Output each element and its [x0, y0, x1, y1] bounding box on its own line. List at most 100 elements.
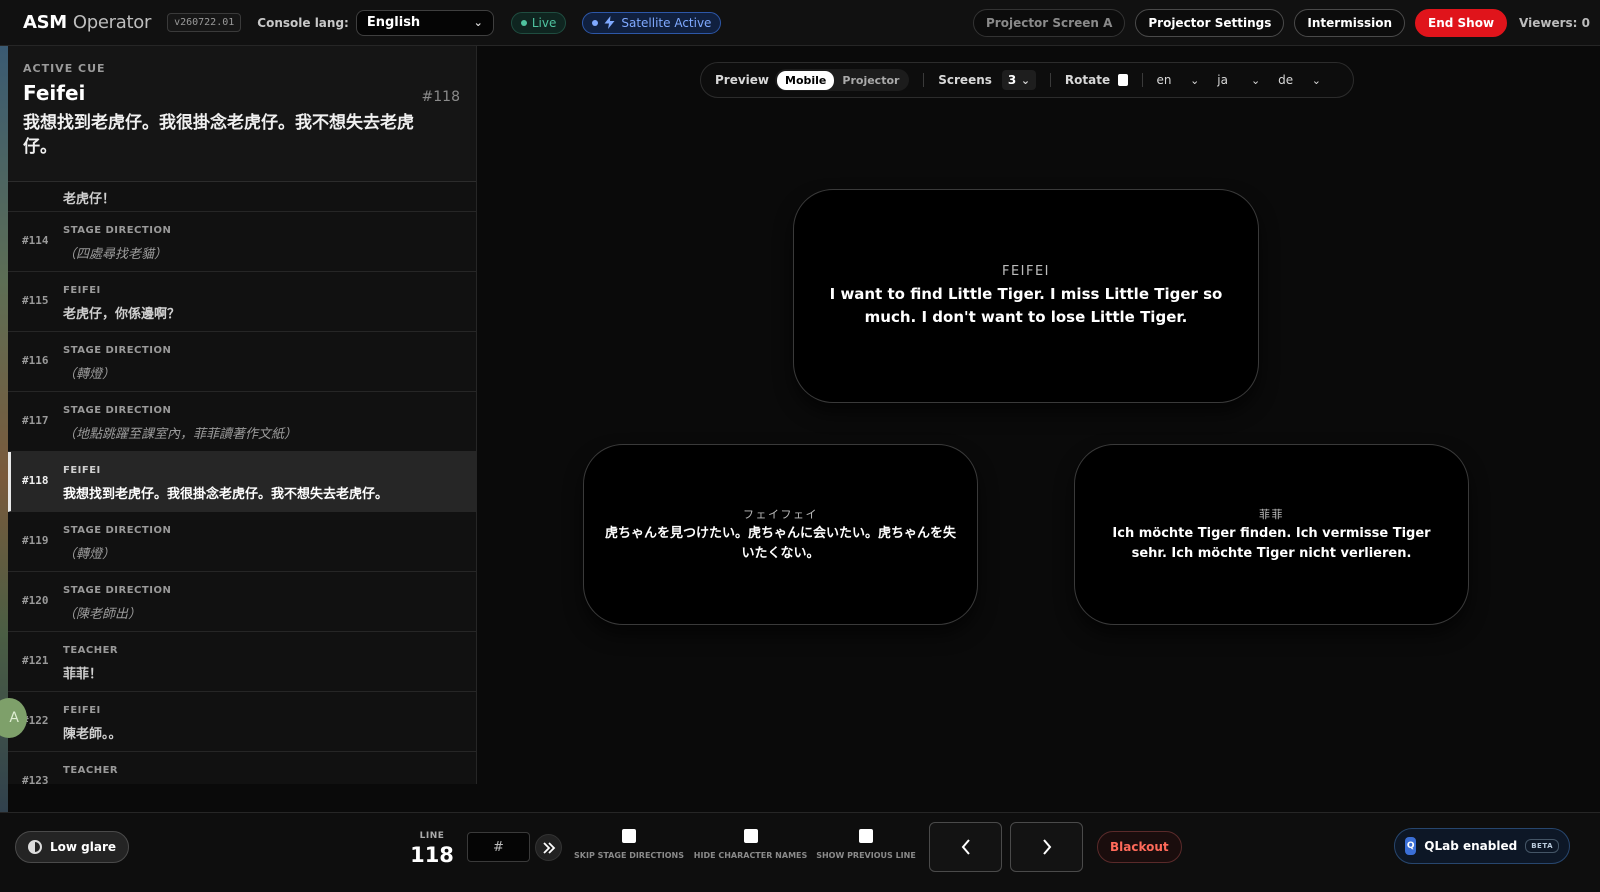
- preview-mode-toggle: Mobile Projector: [775, 69, 910, 91]
- screen-lang-select-2[interactable]: ja ⌄: [1217, 73, 1260, 87]
- skip-stage-directions-toggle[interactable]: SKIP STAGE DIRECTIONS: [574, 829, 684, 860]
- preview-mode-projector[interactable]: Projector: [834, 71, 907, 90]
- cue-number: #121: [22, 654, 49, 667]
- preview-screen-en: FEIFEI I want to find Little Tiger. I mi…: [793, 189, 1259, 403]
- hide-character-names-toggle[interactable]: HIDE CHARACTER NAMES: [693, 829, 808, 860]
- skip-stage-directions-label: SKIP STAGE DIRECTIONS: [574, 851, 684, 860]
- cue-text: 老虎仔，你係邊啊？: [63, 307, 181, 322]
- chevron-right-icon: [1042, 839, 1051, 855]
- console-lang-value: English: [366, 15, 421, 30]
- hide-character-names-label: HIDE CHARACTER NAMES: [693, 851, 808, 860]
- jump-to-line-button[interactable]: [535, 834, 562, 861]
- app-brand: ASM Operator: [23, 12, 151, 33]
- intermission-button[interactable]: Intermission: [1294, 8, 1406, 37]
- cue-row[interactable]: #122 FEIFEI 陳老師。。: [8, 692, 476, 752]
- cue-row[interactable]: 老虎仔！: [8, 182, 476, 212]
- blackout-button[interactable]: Blackout: [1097, 831, 1182, 863]
- cue-text: 菲菲！: [63, 667, 103, 682]
- cue-text: 陳老師。。: [63, 727, 122, 742]
- low-glare-button[interactable]: Low glare: [15, 831, 130, 863]
- screen-lang-select-1[interactable]: en ⌄: [1156, 73, 1199, 87]
- cue-row[interactable]: #120 STAGE DIRECTION （陳老師出）: [8, 572, 476, 632]
- screen-lang-value-1: en: [1156, 73, 1172, 87]
- cue-speaker: FEIFEI: [63, 285, 101, 296]
- cue-row[interactable]: #119 STAGE DIRECTION （轉燈）: [8, 512, 476, 572]
- qlab-status[interactable]: Q QLab enabled BETA: [1394, 828, 1570, 864]
- cue-speaker: FEIFEI: [63, 705, 101, 716]
- projector-settings-button[interactable]: Projector Settings: [1135, 8, 1285, 37]
- screen-subtitle-text: Ich möchte Tiger finden. Ich vermisse Ti…: [1112, 525, 1431, 561]
- cue-text: （地點跳躍至課室內，菲菲讀著作文紙）: [63, 427, 298, 442]
- screen-subtitle-text: I want to find Little Tiger. I miss Litt…: [829, 284, 1223, 326]
- preview-label: Preview: [715, 73, 770, 87]
- brand-sub: Operator: [72, 12, 152, 33]
- cue-panel: ACTIVE CUE Feifei #118 我想找到老虎仔。我很掛念老虎仔。我…: [8, 46, 477, 784]
- cue-speaker: STAGE DIRECTION: [63, 345, 172, 356]
- screen-lang-value-2: ja: [1217, 73, 1228, 87]
- active-cue-card: ACTIVE CUE Feifei #118 我想找到老虎仔。我很掛念老虎仔。我…: [8, 46, 476, 182]
- cue-speaker: STAGE DIRECTION: [63, 525, 172, 536]
- screen-character-name: フェイフェイ: [743, 507, 818, 521]
- cue-speaker: TEACHER: [63, 765, 119, 776]
- screen-subtitle-text: 虎ちゃんを見つけたい。虎ちゃんに会いたい。虎ちゃんを失いたくない。: [604, 525, 956, 561]
- skip-stage-directions-checkbox[interactable]: [622, 829, 636, 843]
- cue-list[interactable]: 老虎仔！ #114 STAGE DIRECTION （四處尋找老貓） #115 FEIFE…: [8, 182, 476, 784]
- cue-speaker: STAGE DIRECTION: [63, 225, 172, 236]
- hide-character-names-checkbox[interactable]: [743, 829, 758, 843]
- cue-row[interactable]: #114 STAGE DIRECTION （四處尋找老貓）: [8, 212, 476, 272]
- cue-number: #115: [22, 294, 49, 307]
- active-cue-label: ACTIVE CUE: [23, 62, 106, 75]
- cue-text: 老虎仔！: [63, 192, 116, 207]
- console-lang-select[interactable]: English ⌄: [355, 9, 494, 36]
- active-cue-number: #118: [421, 89, 460, 105]
- cue-number: #114: [22, 234, 49, 247]
- cue-number: #118: [22, 474, 49, 487]
- rotate-label: Rotate: [1064, 73, 1111, 87]
- end-show-button[interactable]: End Show: [1415, 8, 1508, 37]
- contrast-icon: [28, 840, 42, 854]
- beta-badge: BETA: [1525, 839, 1559, 853]
- line-jump-placeholder: #: [493, 839, 504, 855]
- cue-speaker: TEACHER: [63, 645, 119, 656]
- lightning-icon: [604, 16, 615, 29]
- live-label: Live: [531, 15, 557, 30]
- cue-number: #123: [22, 774, 49, 784]
- satellite-dot-icon: [592, 19, 599, 26]
- rotate-checkbox[interactable]: [1118, 74, 1128, 86]
- cue-row[interactable]: #121 TEACHER 菲菲！: [8, 632, 476, 692]
- line-label: LINE: [419, 831, 445, 841]
- line-jump-input[interactable]: #: [467, 832, 530, 862]
- cue-row[interactable]: #115 FEIFEI 老虎仔，你係邊啊？: [8, 272, 476, 332]
- cue-text: （轉燈）: [63, 367, 116, 382]
- screen-lang-select-3[interactable]: de ⌄: [1278, 73, 1321, 87]
- cue-row[interactable]: #116 STAGE DIRECTION （轉燈）: [8, 332, 476, 392]
- cue-row[interactable]: #118 FEIFEI 我想找到老虎仔。我很掛念老虎仔。我不想失去老虎仔。: [8, 452, 476, 512]
- live-status-pill: Live: [510, 11, 567, 34]
- chevron-left-icon: [961, 839, 970, 855]
- show-previous-line-checkbox[interactable]: [859, 829, 873, 843]
- cue-row[interactable]: #123 TEACHER: [8, 752, 476, 784]
- active-cue-character: Feifei: [23, 81, 86, 105]
- next-cue-button[interactable]: [1010, 822, 1083, 872]
- show-previous-line-toggle[interactable]: SHOW PREVIOUS LINE: [816, 829, 916, 860]
- screens-select[interactable]: 3 ⌄: [1001, 70, 1037, 90]
- cue-text: （轉燈）: [63, 547, 116, 562]
- screen-character-name: 菲菲: [1259, 507, 1284, 521]
- brand-main: ASM: [23, 12, 67, 33]
- chevron-down-icon: ⌄: [1311, 73, 1322, 87]
- cue-number: #120: [22, 594, 49, 607]
- line-number: 118: [410, 843, 454, 867]
- projector-screen-button[interactable]: Projector Screen A: [973, 8, 1126, 37]
- cue-number: #117: [22, 414, 49, 427]
- preview-screen-ja: フェイフェイ 虎ちゃんを見つけたい。虎ちゃんに会いたい。虎ちゃんを失いたくない。: [583, 444, 978, 625]
- satellite-status-pill: Satellite Active: [582, 11, 722, 34]
- previous-cue-button[interactable]: [929, 822, 1002, 872]
- divider: [1141, 73, 1143, 87]
- live-dot-icon: [520, 19, 527, 26]
- qlab-icon: Q: [1405, 837, 1417, 855]
- preview-mode-mobile[interactable]: Mobile: [777, 70, 835, 90]
- cue-row[interactable]: #117 STAGE DIRECTION （地點跳躍至課室內，菲菲讀著作文紙）: [8, 392, 476, 452]
- low-glare-label: Low glare: [50, 840, 117, 854]
- cue-number: #116: [22, 354, 49, 367]
- satellite-label: Satellite Active: [621, 15, 712, 30]
